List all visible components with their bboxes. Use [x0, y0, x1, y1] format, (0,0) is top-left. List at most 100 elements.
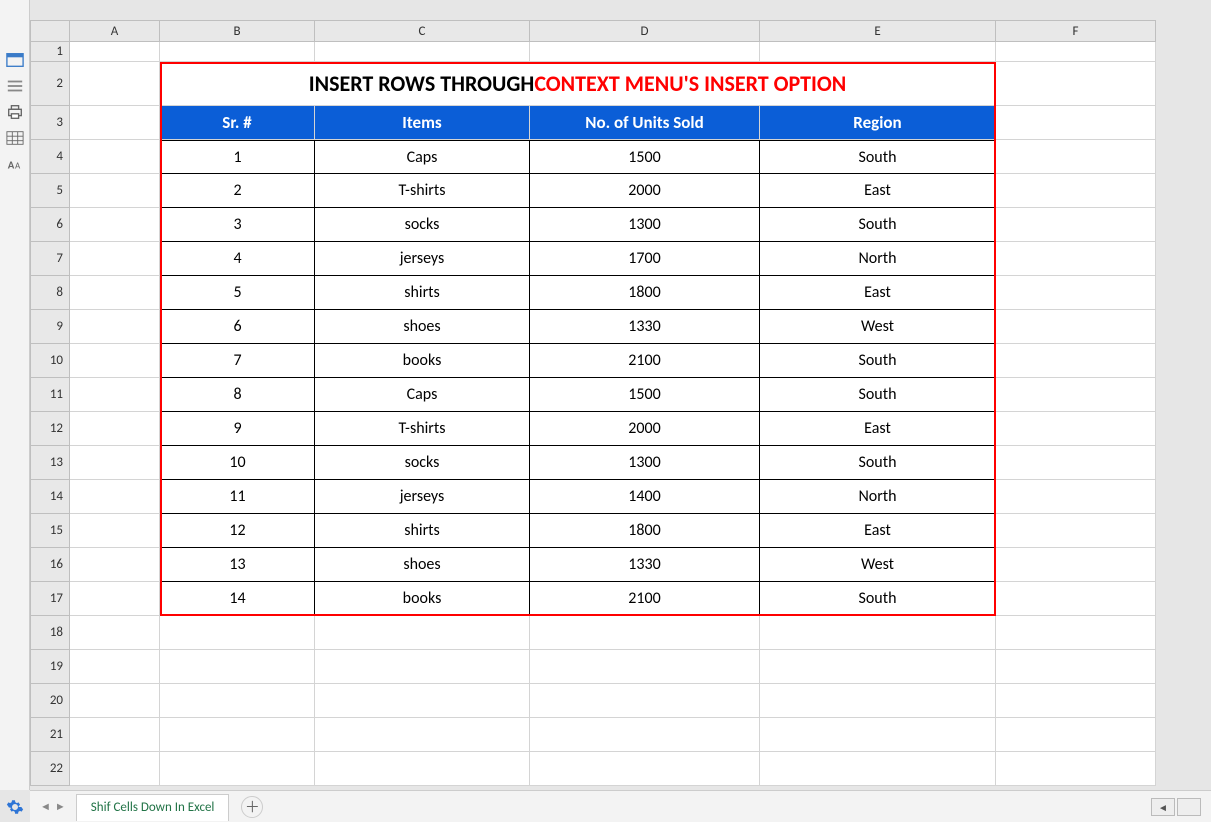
scroll-left-button[interactable]: ◄: [1151, 798, 1175, 816]
row-header-11[interactable]: 11: [30, 378, 70, 412]
cell-A18[interactable]: [70, 616, 160, 650]
cell-B21[interactable]: [160, 718, 315, 752]
tab-nav-prev-icon[interactable]: ◄: [40, 800, 51, 813]
cell-B7[interactable]: 4: [160, 242, 315, 276]
cell-D12[interactable]: 2000: [530, 412, 760, 446]
row-header-19[interactable]: 19: [30, 650, 70, 684]
cell-F16[interactable]: [996, 548, 1156, 582]
cells-area[interactable]: INSERT ROWS THROUGH CONTEXT MENU'S INSER…: [70, 42, 1156, 786]
cell-A22[interactable]: [70, 752, 160, 786]
cell-F13[interactable]: [996, 446, 1156, 480]
cell-D5[interactable]: 2000: [530, 174, 760, 208]
cell-C10[interactable]: books: [315, 344, 530, 378]
table-header[interactable]: Items: [315, 106, 530, 140]
cell-C1[interactable]: [315, 42, 530, 62]
spreadsheet-grid[interactable]: ABCDEF 123456789101112131415161718192021…: [30, 0, 1211, 790]
table-header[interactable]: Sr. #: [160, 106, 315, 140]
row-header-2[interactable]: 2: [30, 62, 70, 106]
cell-A8[interactable]: [70, 276, 160, 310]
cell-B11[interactable]: 8: [160, 378, 315, 412]
table-icon[interactable]: [6, 130, 24, 146]
cell-D7[interactable]: 1700: [530, 242, 760, 276]
cell-A11[interactable]: [70, 378, 160, 412]
row-header-13[interactable]: 13: [30, 446, 70, 480]
cell-A6[interactable]: [70, 208, 160, 242]
cell-C18[interactable]: [315, 616, 530, 650]
cell-F15[interactable]: [996, 514, 1156, 548]
cell-C8[interactable]: shirts: [315, 276, 530, 310]
column-header-F[interactable]: F: [996, 20, 1156, 42]
row-header-21[interactable]: 21: [30, 718, 70, 752]
list-icon[interactable]: [6, 78, 24, 94]
row-header-12[interactable]: 12: [30, 412, 70, 446]
cell-C7[interactable]: jerseys: [315, 242, 530, 276]
cell-E14[interactable]: North: [760, 480, 996, 514]
cell-D13[interactable]: 1300: [530, 446, 760, 480]
cell-C17[interactable]: books: [315, 582, 530, 616]
cell-C4[interactable]: Caps: [315, 140, 530, 174]
select-all-corner[interactable]: [30, 20, 70, 42]
tab-nav-next-icon[interactable]: ►: [55, 800, 66, 813]
cell-F12[interactable]: [996, 412, 1156, 446]
table-header[interactable]: Region: [760, 106, 996, 140]
print-icon[interactable]: [6, 104, 24, 120]
column-header-E[interactable]: E: [760, 20, 996, 42]
cell-F6[interactable]: [996, 208, 1156, 242]
cell-B10[interactable]: 7: [160, 344, 315, 378]
cell-C12[interactable]: T-shirts: [315, 412, 530, 446]
cell-C19[interactable]: [315, 650, 530, 684]
cell-D11[interactable]: 1500: [530, 378, 760, 412]
cell-E18[interactable]: [760, 616, 996, 650]
cell-B13[interactable]: 10: [160, 446, 315, 480]
row-header-15[interactable]: 15: [30, 514, 70, 548]
cell-F9[interactable]: [996, 310, 1156, 344]
row-header-20[interactable]: 20: [30, 684, 70, 718]
cell-A19[interactable]: [70, 650, 160, 684]
cell-F11[interactable]: [996, 378, 1156, 412]
cell-B14[interactable]: 11: [160, 480, 315, 514]
cell-E21[interactable]: [760, 718, 996, 752]
cell-C14[interactable]: jerseys: [315, 480, 530, 514]
cell-E8[interactable]: East: [760, 276, 996, 310]
row-header-22[interactable]: 22: [30, 752, 70, 786]
cell-F5[interactable]: [996, 174, 1156, 208]
cell-B17[interactable]: 14: [160, 582, 315, 616]
cell-E16[interactable]: West: [760, 548, 996, 582]
cell-B19[interactable]: [160, 650, 315, 684]
column-header-A[interactable]: A: [70, 20, 160, 42]
cell-D1[interactable]: [530, 42, 760, 62]
cell-C15[interactable]: shirts: [315, 514, 530, 548]
row-header-8[interactable]: 8: [30, 276, 70, 310]
column-header-B[interactable]: B: [160, 20, 315, 42]
cell-E4[interactable]: South: [760, 140, 996, 174]
cell-D16[interactable]: 1330: [530, 548, 760, 582]
cell-D21[interactable]: [530, 718, 760, 752]
cell-A21[interactable]: [70, 718, 160, 752]
cell-F10[interactable]: [996, 344, 1156, 378]
find-icon[interactable]: AA: [6, 156, 24, 172]
cell-F2[interactable]: [996, 62, 1156, 106]
cell-F1[interactable]: [996, 42, 1156, 62]
cell-B6[interactable]: 3: [160, 208, 315, 242]
cell-D8[interactable]: 1800: [530, 276, 760, 310]
cell-D6[interactable]: 1300: [530, 208, 760, 242]
cell-C21[interactable]: [315, 718, 530, 752]
cell-C11[interactable]: Caps: [315, 378, 530, 412]
cell-A15[interactable]: [70, 514, 160, 548]
cell-F14[interactable]: [996, 480, 1156, 514]
row-header-3[interactable]: 3: [30, 106, 70, 140]
row-header-5[interactable]: 5: [30, 174, 70, 208]
cell-A2[interactable]: [70, 62, 160, 106]
cell-E10[interactable]: South: [760, 344, 996, 378]
cell-E15[interactable]: East: [760, 514, 996, 548]
scroll-right-button[interactable]: [1177, 798, 1201, 816]
cell-C9[interactable]: shoes: [315, 310, 530, 344]
table-header[interactable]: No. of Units Sold: [530, 106, 760, 140]
cell-B16[interactable]: 13: [160, 548, 315, 582]
cell-F8[interactable]: [996, 276, 1156, 310]
cell-E12[interactable]: East: [760, 412, 996, 446]
row-header-14[interactable]: 14: [30, 480, 70, 514]
cell-A14[interactable]: [70, 480, 160, 514]
cell-F22[interactable]: [996, 752, 1156, 786]
cell-F3[interactable]: [996, 106, 1156, 140]
